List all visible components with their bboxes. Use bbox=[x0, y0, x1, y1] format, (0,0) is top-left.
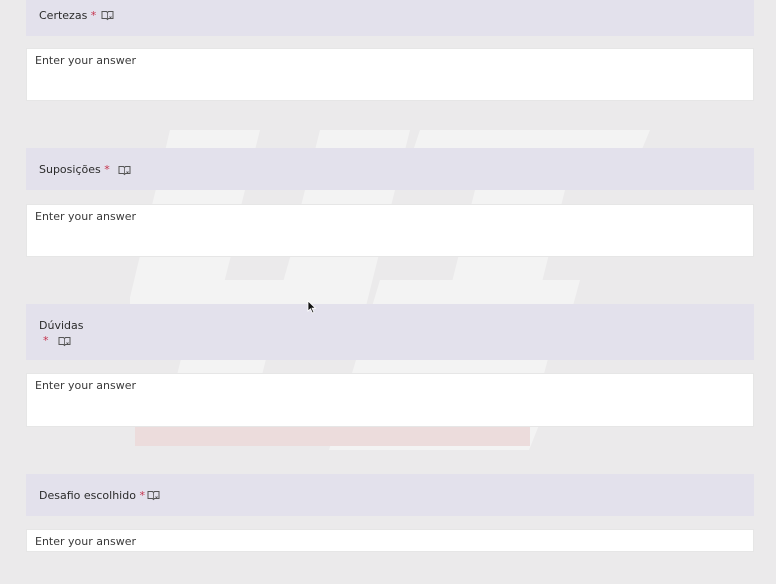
question-header: Suposições * bbox=[26, 148, 754, 190]
immersive-reader-icon[interactable] bbox=[101, 10, 114, 21]
answer-placeholder: Enter your answer bbox=[35, 535, 136, 548]
immersive-reader-icon[interactable] bbox=[58, 336, 71, 347]
answer-input[interactable]: Enter your answer bbox=[26, 204, 754, 257]
immersive-reader-icon[interactable] bbox=[118, 165, 131, 176]
question-title: Suposições bbox=[39, 163, 101, 176]
answer-placeholder: Enter your answer bbox=[35, 379, 136, 392]
answer-input[interactable]: Enter your answer bbox=[26, 48, 754, 101]
required-asterisk: * bbox=[104, 163, 110, 176]
question-header: Desafio escolhido * bbox=[26, 474, 754, 516]
question-title: Dúvidas bbox=[39, 319, 84, 332]
answer-input[interactable]: Enter your answer bbox=[26, 529, 754, 552]
answer-placeholder: Enter your answer bbox=[35, 210, 136, 223]
question-header: Dúvidas * bbox=[26, 304, 754, 360]
question-title: Desafio escolhido bbox=[39, 489, 136, 502]
question-title: Certezas bbox=[39, 9, 88, 22]
required-asterisk: * bbox=[43, 334, 49, 347]
immersive-reader-icon[interactable] bbox=[147, 490, 160, 501]
required-asterisk: * bbox=[139, 489, 145, 502]
question-header: Certezas * bbox=[26, 0, 754, 36]
answer-input[interactable]: Enter your answer bbox=[26, 373, 754, 427]
mouse-cursor-icon bbox=[307, 300, 317, 314]
required-asterisk: * bbox=[90, 9, 97, 22]
answer-placeholder: Enter your answer bbox=[35, 54, 136, 67]
